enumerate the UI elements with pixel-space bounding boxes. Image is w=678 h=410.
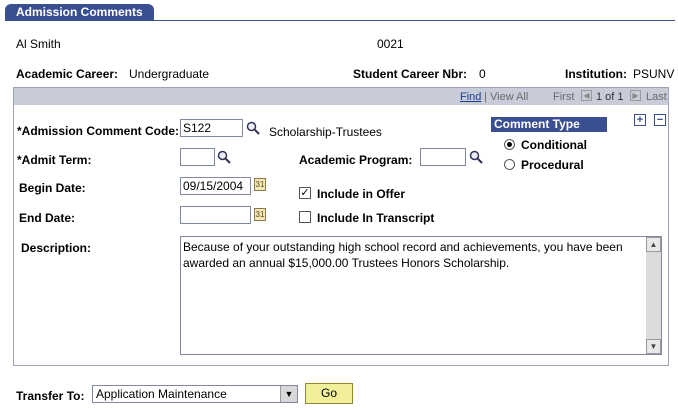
comment-code-input[interactable] xyxy=(180,119,243,137)
delete-row-icon[interactable]: − xyxy=(654,114,666,126)
transfer-to-label: Transfer To: xyxy=(16,389,85,403)
radio-conditional[interactable] xyxy=(504,139,515,150)
go-button[interactable]: Go xyxy=(305,383,353,404)
end-date-calendar-icon[interactable]: 31 xyxy=(254,208,266,221)
find-link[interactable]: Find xyxy=(460,91,481,103)
include-in-transcript-label: Include In Transcript xyxy=(317,211,435,225)
academic-program-input[interactable] xyxy=(420,148,466,166)
career-nbr-value: 0 xyxy=(479,67,486,81)
career-nbr-label: Student Career Nbr: xyxy=(353,67,468,81)
academic-program-lookup-icon[interactable] xyxy=(469,150,483,164)
admit-term-lookup-icon[interactable] xyxy=(217,150,231,164)
include-in-offer-label: Include in Offer xyxy=(317,187,406,201)
row-range: 1 of 1 xyxy=(596,91,624,103)
radio-procedural-label: Procedural xyxy=(521,158,584,172)
admit-term-label: *Admit Term: xyxy=(17,153,92,167)
admit-term-input[interactable] xyxy=(180,148,215,166)
scroll-down-icon[interactable]: ▼ xyxy=(646,339,661,354)
next-icon[interactable]: ▶ xyxy=(630,90,641,101)
add-row-icon[interactable]: + xyxy=(634,114,646,126)
student-id: 0021 xyxy=(377,37,404,51)
academic-career-value: Undergraduate xyxy=(129,67,210,81)
student-name: Al Smith xyxy=(16,37,61,51)
end-date-label: End Date: xyxy=(19,211,76,225)
academic-career-label: Academic Career: xyxy=(16,67,119,81)
comment-code-description: Scholarship-Trustees xyxy=(269,125,382,139)
view-all-link[interactable]: View All xyxy=(490,91,528,103)
academic-program-label: Academic Program: xyxy=(299,153,413,167)
radio-conditional-label: Conditional xyxy=(521,138,587,152)
tab-divider xyxy=(150,20,675,21)
tab-admission-comments[interactable]: Admission Comments xyxy=(5,4,154,21)
radio-procedural[interactable] xyxy=(504,159,515,170)
scroll-up-icon[interactable]: ▲ xyxy=(646,237,661,252)
comment-code-label: *Admission Comment Code: xyxy=(17,124,180,138)
include-in-transcript-checkbox[interactable] xyxy=(299,211,311,223)
end-date-input[interactable] xyxy=(180,206,251,224)
description-scrollbar[interactable] xyxy=(646,237,661,354)
institution-value: PSUNV xyxy=(633,67,675,81)
begin-date-calendar-icon[interactable]: 31 xyxy=(254,178,266,191)
comment-type-title: Comment Type xyxy=(491,117,607,132)
begin-date-input[interactable] xyxy=(180,177,251,195)
begin-date-label: Begin Date: xyxy=(19,181,86,195)
nav-separator: | xyxy=(484,91,487,103)
last-link[interactable]: Last xyxy=(646,91,667,103)
description-label: Description: xyxy=(21,241,92,255)
lookup-icon[interactable] xyxy=(246,121,260,135)
first-link[interactable]: First xyxy=(553,91,574,103)
chevron-down-icon[interactable]: ▼ xyxy=(280,386,297,402)
description-text: Because of your outstanding high school … xyxy=(183,240,623,270)
include-in-offer-checkbox[interactable]: ✓ xyxy=(299,187,311,199)
previous-icon[interactable]: ◀ xyxy=(581,90,592,101)
transfer-to-selected: Application Maintenance xyxy=(96,387,227,401)
institution-label: Institution: xyxy=(565,67,627,81)
